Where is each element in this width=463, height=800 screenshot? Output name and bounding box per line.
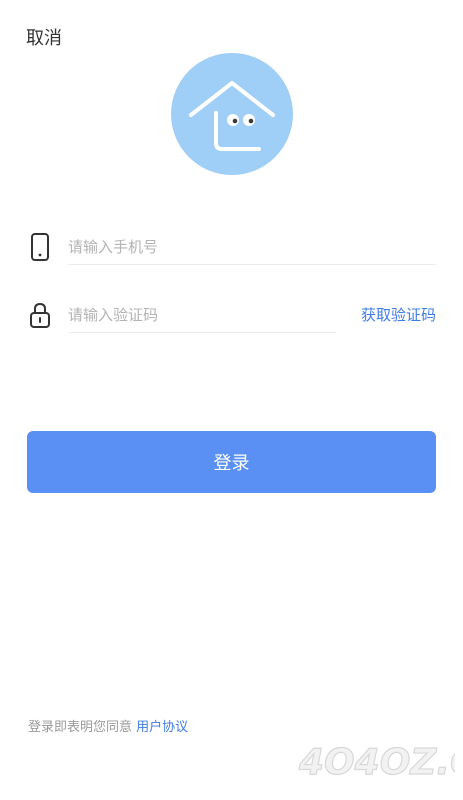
agreement-text: 登录即表明您同意 用户协议 xyxy=(28,716,188,735)
code-field-row: 获取验证码 xyxy=(28,298,436,333)
watermark-text: 4O4OZ.COM xyxy=(298,742,455,783)
agreement-prefix: 登录即表明您同意 xyxy=(28,720,133,735)
cancel-button[interactable]: 取消 xyxy=(26,24,62,50)
code-underline xyxy=(68,332,336,333)
user-agreement-link[interactable]: 用户协议 xyxy=(136,720,188,735)
verification-code-input[interactable] xyxy=(68,298,328,332)
watermark-logo: 4O4OZ.COM xyxy=(297,741,455,783)
phone-underline xyxy=(68,264,436,265)
login-button[interactable]: 登录 xyxy=(27,431,436,493)
phone-field-row xyxy=(28,230,436,265)
app-logo xyxy=(171,53,293,175)
mobile-phone-icon xyxy=(28,232,52,262)
phone-input[interactable] xyxy=(68,230,436,264)
lock-icon xyxy=(28,300,52,330)
get-code-button[interactable]: 获取验证码 xyxy=(361,304,436,325)
house-face-logo-icon xyxy=(189,81,275,151)
